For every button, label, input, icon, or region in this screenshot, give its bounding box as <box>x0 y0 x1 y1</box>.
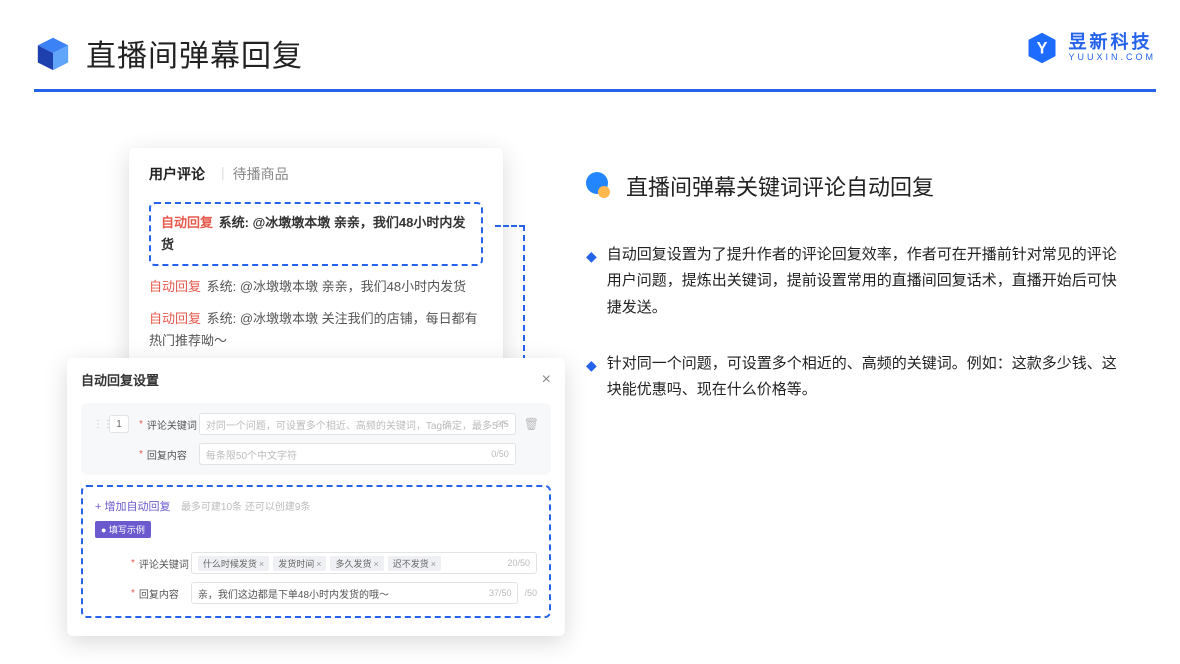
keyword-label: 评论关键词 <box>139 556 191 571</box>
auto-reply-tag: 自动回复 <box>161 215 213 230</box>
comments-panel: 用户评论 | 待播商品 自动回复 系统: @冰墩墩本墩 亲亲，我们48小时内发货… <box>129 148 503 388</box>
tab-user-comments[interactable]: 用户评论 <box>149 164 205 188</box>
example-content-input[interactable]: 亲，我们这边都是下单48小时内发货的哦～ 37/50 <box>191 582 519 604</box>
tab-separator: | <box>221 164 225 188</box>
placeholder: 每条限50个中文字符 <box>206 447 297 462</box>
add-auto-reply-link[interactable]: + 增加自动回复 <box>95 498 170 514</box>
example-keyword-row: * 评论关键词 什么时候发货× 发货时间× 多久发货× 迟不发货× 20/50 <box>95 552 537 574</box>
example-content-text: 亲，我们这边都是下单48小时内发货的哦～ <box>198 586 389 601</box>
page-title: 直播间弹幕回复 <box>86 31 303 75</box>
keyword-label: 评论关键词 <box>147 417 199 432</box>
required-marker: * <box>131 558 135 569</box>
tab-pending-products[interactable]: 待播商品 <box>233 164 289 188</box>
example-keyword-input[interactable]: 什么时候发货× 发货时间× 多久发货× 迟不发货× 20/50 <box>191 552 537 574</box>
bullet-text: 自动回复设置为了提升作者的评论回复效率，作者可在开播前针对常见的评论用户问题，提… <box>607 242 1120 321</box>
counter: 20/50 <box>507 558 530 568</box>
comment-highlighted: 自动回复 系统: @冰墩墩本墩 亲亲，我们48小时内发货 <box>149 202 483 266</box>
section-heading: 直播间弹幕关键词评论自动回复 <box>586 170 1120 202</box>
tag: 发货时间× <box>273 556 326 571</box>
bullet-dot-icon <box>586 172 614 200</box>
connector-line <box>495 225 525 227</box>
page-header: 直播间弹幕回复 Y 昱新科技 YUUXIN.COM <box>34 28 1156 78</box>
tabs: 用户评论 | 待播商品 <box>149 164 483 188</box>
auto-reply-settings-panel: 自动回复设置 × ⋮⋮ 1 * 评论关键词 对同一个问题，可设置多个相近、高频的… <box>67 358 565 636</box>
header-divider <box>34 89 1156 92</box>
keyword-row: ⋮⋮ 1 * 评论关键词 对同一个问题，可设置多个相近、高频的关键词，Tag确定… <box>93 413 539 435</box>
brand-logo-icon: Y <box>1024 30 1060 66</box>
bullet-item: ◆ 自动回复设置为了提升作者的评论回复效率，作者可在开播前针对常见的评论用户问题… <box>586 242 1120 321</box>
tag: 多久发货× <box>330 556 383 571</box>
comment-text: 系统: @冰墩墩本墩 亲亲，我们48小时内发货 <box>207 279 467 294</box>
counter: 0/50 <box>491 449 509 459</box>
tag: 什么时候发货× <box>198 556 269 571</box>
placeholder: 对同一个问题，可设置多个相近、高频的关键词，Tag确定，最多5个 <box>206 417 508 432</box>
content-label: 回复内容 <box>139 586 191 601</box>
content-label: 回复内容 <box>147 447 199 462</box>
content-input[interactable]: 每条限50个中文字符 0/50 <box>199 443 516 465</box>
content-section: 直播间弹幕关键词评论自动回复 ◆ 自动回复设置为了提升作者的评论回复效率，作者可… <box>586 170 1120 433</box>
bullet-text: 针对同一个问题，可设置多个相近的、高频的关键词。例如：这款多少钱、这块能优惠吗、… <box>607 351 1120 404</box>
bullet-item: ◆ 针对同一个问题，可设置多个相近的、高频的关键词。例如：这款多少钱、这块能优惠… <box>586 351 1120 404</box>
delete-icon[interactable]: 🗑 <box>524 417 539 431</box>
cube-icon <box>34 34 72 72</box>
tag: 迟不发货× <box>388 556 441 571</box>
brand: Y 昱新科技 YUUXIN.COM <box>1024 30 1156 66</box>
counter: 37/50 <box>489 588 512 598</box>
brand-name-cn: 昱新科技 <box>1068 33 1156 53</box>
required-marker: * <box>139 449 143 460</box>
add-hint: 最多可建10条 还可以创建9条 <box>181 502 310 513</box>
content-row: * 回复内容 每条限50个中文字符 0/50 🗑 <box>93 443 539 465</box>
example-badge: ● 填写示例 <box>95 521 151 538</box>
brand-name-en: YUUXIN.COM <box>1068 53 1156 63</box>
trail-counter: /50 <box>524 588 537 598</box>
auto-reply-tag: 自动回复 <box>149 279 201 294</box>
diamond-icon: ◆ <box>586 353 597 404</box>
keyword-input[interactable]: 对同一个问题，可设置多个相近、高频的关键词，Tag确定，最多5个 0/5 <box>199 413 516 435</box>
section-title: 直播间弹幕关键词评论自动回复 <box>626 170 934 202</box>
drag-handle-icon[interactable]: ⋮⋮ <box>93 419 103 430</box>
form-block: ⋮⋮ 1 * 评论关键词 对同一个问题，可设置多个相近、高频的关键词，Tag确定… <box>81 403 551 475</box>
svg-text:Y: Y <box>1037 39 1048 57</box>
row-number: 1 <box>109 415 129 433</box>
example-content-row: * 回复内容 亲，我们这边都是下单48小时内发货的哦～ 37/50 /50 <box>95 582 537 604</box>
close-icon[interactable]: × <box>542 371 551 389</box>
required-marker: * <box>131 588 135 599</box>
comment-item: 自动回复 系统: @冰墩墩本墩 亲亲，我们48小时内发货 <box>149 276 483 298</box>
settings-title: 自动回复设置 <box>81 370 159 389</box>
auto-reply-tag: 自动回复 <box>149 311 201 326</box>
comment-item: 自动回复 系统: @冰墩墩本墩 关注我们的店铺，每日都有热门推荐呦～ <box>149 308 483 352</box>
counter: 0/5 <box>496 419 509 429</box>
required-marker: * <box>139 419 143 430</box>
example-box: + 增加自动回复 最多可建10条 还可以创建9条 ● 填写示例 * 评论关键词 … <box>81 485 551 618</box>
diamond-icon: ◆ <box>586 244 597 321</box>
